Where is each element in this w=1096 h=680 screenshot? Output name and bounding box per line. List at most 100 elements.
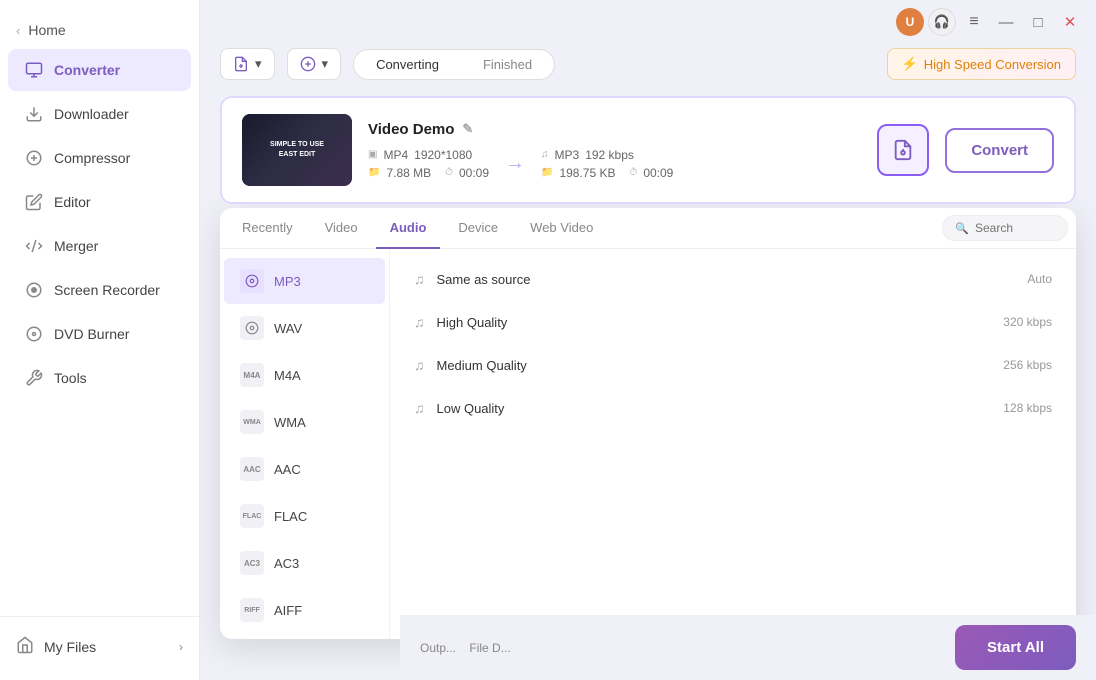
- output-size-row: 📁 198.75 KB ⏱ 00:09: [541, 166, 673, 180]
- same-as-source-quality: Auto: [1027, 272, 1052, 286]
- lightning-icon: ⚡: [902, 56, 918, 72]
- aac-label: AAC: [274, 462, 301, 477]
- ac3-label: AC3: [274, 556, 299, 571]
- quality-high[interactable]: ♫ High Quality 320 kbps: [394, 301, 1072, 343]
- mp3-label: MP3: [274, 274, 301, 289]
- quality-low[interactable]: ♫ Low Quality 128 kbps: [394, 387, 1072, 429]
- merger-label: Merger: [54, 238, 98, 254]
- topbar-right: ⚡ High Speed Conversion: [887, 48, 1077, 80]
- input-duration: 00:09: [459, 166, 489, 180]
- support-button[interactable]: 🎧: [928, 8, 956, 36]
- audio-format-icon: ♫: [541, 149, 549, 160]
- screen-recorder-label: Screen Recorder: [54, 282, 160, 298]
- tab-recently[interactable]: Recently: [228, 208, 307, 249]
- add-file-chevron: ▾: [255, 56, 262, 72]
- bottom-bar: Outp... File D... Start All: [400, 615, 1096, 680]
- sidebar-item-dvd-burner[interactable]: DVD Burner: [8, 313, 191, 355]
- tools-label: Tools: [54, 370, 87, 386]
- user-avatar[interactable]: U: [896, 8, 924, 36]
- sidebar-item-converter[interactable]: Converter: [8, 49, 191, 91]
- sidebar-home[interactable]: ‹ Home: [0, 12, 199, 48]
- output-bitrate: 192 kbps: [585, 148, 634, 162]
- add-file-button[interactable]: ▾: [220, 48, 275, 80]
- convert-button[interactable]: Convert: [945, 128, 1054, 173]
- high-quality-label: High Quality: [437, 315, 992, 330]
- format-list: MP3 WAV M4A M4A WMA WMA: [220, 249, 390, 639]
- format-wav[interactable]: WAV: [224, 305, 385, 351]
- sidebar-item-downloader[interactable]: Downloader: [8, 93, 191, 135]
- sidebar: ‹ Home Converter Downloader Compressor: [0, 0, 200, 680]
- converting-tab[interactable]: Converting: [354, 50, 461, 79]
- close-button[interactable]: ✕: [1056, 8, 1084, 36]
- input-meta: ▣ MP4 1920*1080 📁 7.88 MB ⏱ 00:09: [368, 148, 489, 180]
- video-title-text: Video Demo: [368, 121, 454, 138]
- start-all-button[interactable]: Start All: [955, 625, 1076, 670]
- format-search-input[interactable]: [975, 221, 1055, 235]
- topbar: ▾ ▾ Converting Finished ⚡ High Speed Con…: [220, 48, 1076, 80]
- format-wma[interactable]: WMA WMA: [224, 399, 385, 445]
- my-files-label: My Files: [44, 639, 96, 655]
- output-size: 198.75 KB: [559, 166, 615, 180]
- home-label: Home: [28, 22, 65, 38]
- tab-audio[interactable]: Audio: [376, 208, 441, 249]
- dvd-burner-label: DVD Burner: [54, 326, 129, 342]
- tab-device[interactable]: Device: [444, 208, 512, 249]
- sidebar-item-tools[interactable]: Tools: [8, 357, 191, 399]
- wav-label: WAV: [274, 321, 302, 336]
- sidebar-item-screen-recorder[interactable]: Screen Recorder: [8, 269, 191, 311]
- output-path-label: Outp...: [420, 641, 456, 655]
- menu-button[interactable]: ≡: [960, 8, 988, 36]
- video-format-icon: ▣: [368, 149, 377, 160]
- thumbnail-text: SIMPLE TO USEEAST EDIT: [270, 140, 324, 160]
- flac-icon: FLAC: [240, 504, 264, 528]
- format-flac[interactable]: FLAC FLAC: [224, 493, 385, 539]
- quality-same-as-source[interactable]: ♫ Same as source Auto: [394, 258, 1072, 300]
- music-note-icon-4: ♫: [414, 400, 425, 416]
- add-source-button[interactable]: ▾: [287, 48, 342, 80]
- format-m4a[interactable]: M4A M4A: [224, 352, 385, 398]
- edit-icon[interactable]: ✎: [462, 121, 473, 137]
- video-thumbnail: SIMPLE TO USEEAST EDIT: [242, 114, 352, 186]
- maximize-button[interactable]: □: [1024, 8, 1052, 36]
- folder-icon: 📁: [368, 167, 380, 178]
- downloader-label: Downloader: [54, 106, 129, 122]
- format-mp3[interactable]: MP3: [224, 258, 385, 304]
- finished-tab[interactable]: Finished: [461, 50, 554, 79]
- input-size-row: 📁 7.88 MB ⏱ 00:09: [368, 166, 489, 180]
- file-dest-label: File D...: [469, 641, 510, 655]
- format-aiff[interactable]: RIFF AIFF: [224, 587, 385, 633]
- wav-icon: [240, 316, 264, 340]
- m4a-icon: M4A: [240, 363, 264, 387]
- format-tabs: Recently Video Audio Device Web Video 🔍: [220, 208, 1076, 249]
- app-frame: U 🎧 ≡ — □ ✕ ▾ ▾: [200, 0, 1096, 680]
- low-quality-label: Low Quality: [437, 401, 992, 416]
- aiff-icon: RIFF: [240, 598, 264, 622]
- wma-label: WMA: [274, 415, 306, 430]
- tab-video[interactable]: Video: [311, 208, 372, 249]
- minimize-button[interactable]: —: [992, 8, 1020, 36]
- converter-icon: [24, 60, 44, 80]
- tab-web-video[interactable]: Web Video: [516, 208, 607, 249]
- quality-medium[interactable]: ♫ Medium Quality 256 kbps: [394, 344, 1072, 386]
- convert-settings-button[interactable]: [877, 124, 929, 176]
- sidebar-item-merger[interactable]: Merger: [8, 225, 191, 267]
- format-body: MP3 WAV M4A M4A WMA WMA: [220, 249, 1076, 639]
- wma-icon: WMA: [240, 410, 264, 434]
- m4a-label: M4A: [274, 368, 301, 383]
- input-resolution: 1920*1080: [414, 148, 472, 162]
- format-search[interactable]: 🔍: [942, 215, 1068, 241]
- my-files-icon: [16, 636, 34, 657]
- sidebar-item-editor[interactable]: Editor: [8, 181, 191, 223]
- aac-icon: AAC: [240, 457, 264, 481]
- tools-icon: [24, 368, 44, 388]
- format-ac3[interactable]: AC3 AC3: [224, 540, 385, 586]
- sidebar-item-compressor[interactable]: Compressor: [8, 137, 191, 179]
- medium-quality-label: Medium Quality: [437, 358, 992, 373]
- output-format-row: ♫ MP3 192 kbps: [541, 148, 673, 162]
- output-duration: 00:09: [643, 166, 673, 180]
- sidebar-item-my-files[interactable]: My Files ›: [0, 625, 199, 668]
- high-speed-button[interactable]: ⚡ High Speed Conversion: [887, 48, 1077, 80]
- high-quality-value: 320 kbps: [1003, 315, 1052, 329]
- format-aac[interactable]: AAC AAC: [224, 446, 385, 492]
- mode-toggle: Converting Finished: [353, 49, 555, 80]
